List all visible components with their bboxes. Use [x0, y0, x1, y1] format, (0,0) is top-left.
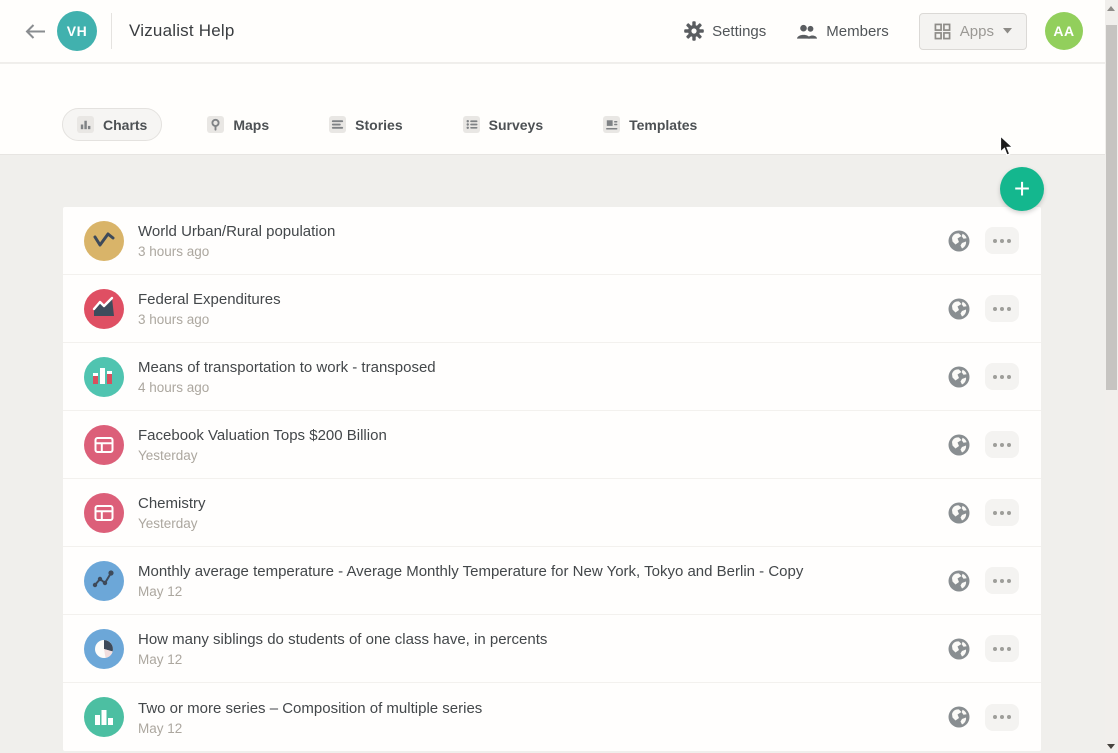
table-thumb-icon: [84, 493, 124, 533]
scrollbar-thumb[interactable]: [1106, 25, 1117, 390]
list-item[interactable]: Means of transportation to work - transp…: [63, 343, 1041, 411]
projects-list: World Urban/Rural population 3 hours ago: [63, 207, 1041, 751]
item-timestamp: Yesterday: [138, 448, 387, 463]
published-globe-icon[interactable]: [947, 365, 971, 389]
published-globe-icon[interactable]: [947, 297, 971, 321]
published-globe-icon[interactable]: [947, 501, 971, 525]
pie-chart-thumb-icon: [84, 629, 124, 669]
line-chart-thumb-icon: [84, 221, 124, 261]
bar-chart-thumb-icon: [84, 697, 124, 737]
tab-surveys[interactable]: Surveys: [448, 108, 558, 141]
item-title: Facebook Valuation Tops $200 Billion: [138, 426, 387, 445]
vertical-scrollbar[interactable]: [1105, 0, 1118, 753]
item-title: Monthly average temperature - Average Mo…: [138, 562, 803, 581]
list-item[interactable]: Two or more series – Composition of mult…: [63, 683, 1041, 751]
row-menu-button[interactable]: [985, 227, 1019, 254]
user-avatar[interactable]: AA: [1045, 12, 1083, 50]
item-title: Federal Expenditures: [138, 290, 281, 309]
scrollbar-up-arrow[interactable]: [1107, 6, 1115, 11]
content-area: World Urban/Rural population 3 hours ago: [0, 156, 1105, 753]
apps-label: Apps: [960, 23, 994, 40]
scatter-chart-thumb-icon: [84, 561, 124, 601]
tab-bar: Charts Maps Stories: [0, 64, 1105, 155]
item-timestamp: May 12: [138, 584, 803, 599]
workspace-avatar[interactable]: VH: [57, 11, 97, 51]
item-title: How many siblings do students of one cla…: [138, 630, 547, 649]
list-item[interactable]: Monthly average temperature - Average Mo…: [63, 547, 1041, 615]
app-window: VH Vizualist Help: [0, 0, 1105, 753]
item-title: Means of transportation to work - transp…: [138, 358, 436, 377]
members-icon: [796, 22, 818, 41]
item-timestamp: 3 hours ago: [138, 312, 281, 327]
row-menu-button[interactable]: [985, 363, 1019, 390]
row-menu-button[interactable]: [985, 431, 1019, 458]
published-globe-icon[interactable]: [947, 569, 971, 593]
tab-stories[interactable]: Stories: [314, 108, 417, 141]
tab-maps[interactable]: Maps: [192, 108, 284, 141]
tab-charts[interactable]: Charts: [62, 108, 162, 141]
page-title: Vizualist Help: [129, 21, 234, 41]
settings-label: Settings: [712, 23, 766, 40]
story-lines-icon: [329, 116, 346, 133]
item-timestamp: 3 hours ago: [138, 244, 335, 259]
row-menu-button[interactable]: [985, 567, 1019, 594]
row-menu-button[interactable]: [985, 704, 1019, 731]
apps-grid-icon: [934, 23, 951, 40]
list-item[interactable]: How many siblings do students of one cla…: [63, 615, 1041, 683]
row-menu-button[interactable]: [985, 635, 1019, 662]
item-title: Two or more series – Composition of mult…: [138, 699, 482, 718]
tab-maps-label: Maps: [233, 117, 269, 133]
template-icon: [603, 116, 620, 133]
arrow-left-icon: [24, 23, 46, 40]
survey-list-icon: [463, 116, 480, 133]
tab-surveys-label: Surveys: [489, 117, 543, 133]
create-new-button[interactable]: +: [1000, 167, 1044, 211]
top-bar: VH Vizualist Help: [0, 0, 1105, 63]
members-menu-item[interactable]: Members: [796, 22, 889, 41]
tab-stories-label: Stories: [355, 117, 402, 133]
tab-charts-label: Charts: [103, 117, 147, 133]
list-item[interactable]: Federal Expenditures 3 hours ago: [63, 275, 1041, 343]
list-item[interactable]: Chemistry Yesterday: [63, 479, 1041, 547]
row-menu-button[interactable]: [985, 499, 1019, 526]
published-globe-icon[interactable]: [947, 229, 971, 253]
gear-icon: [684, 21, 704, 41]
published-globe-icon[interactable]: [947, 705, 971, 729]
published-globe-icon[interactable]: [947, 433, 971, 457]
tab-templates-label: Templates: [629, 117, 697, 133]
published-globe-icon[interactable]: [947, 637, 971, 661]
list-item[interactable]: World Urban/Rural population 3 hours ago: [63, 207, 1041, 275]
item-title: World Urban/Rural population: [138, 222, 335, 241]
item-timestamp: May 12: [138, 721, 482, 736]
scrollbar-down-arrow[interactable]: [1107, 744, 1115, 749]
header-divider: [111, 13, 112, 49]
table-thumb-icon: [84, 425, 124, 465]
settings-menu-item[interactable]: Settings: [684, 21, 766, 41]
item-timestamp: May 12: [138, 652, 547, 667]
top-bar-actions: Settings Members Apps: [684, 12, 1105, 50]
item-timestamp: Yesterday: [138, 516, 206, 531]
column-chart-thumb-icon: [84, 357, 124, 397]
list-item[interactable]: Facebook Valuation Tops $200 Billion Yes…: [63, 411, 1041, 479]
map-pin-icon: [207, 116, 224, 133]
members-label: Members: [826, 23, 889, 40]
back-button[interactable]: [22, 18, 48, 44]
item-title: Chemistry: [138, 494, 206, 513]
row-menu-button[interactable]: [985, 295, 1019, 322]
chevron-down-icon: [1003, 28, 1012, 34]
apps-button[interactable]: Apps: [919, 13, 1027, 50]
area-chart-thumb-icon: [84, 289, 124, 329]
tab-templates[interactable]: Templates: [588, 108, 712, 141]
item-timestamp: 4 hours ago: [138, 380, 436, 395]
charts-bar-icon: [77, 116, 94, 133]
